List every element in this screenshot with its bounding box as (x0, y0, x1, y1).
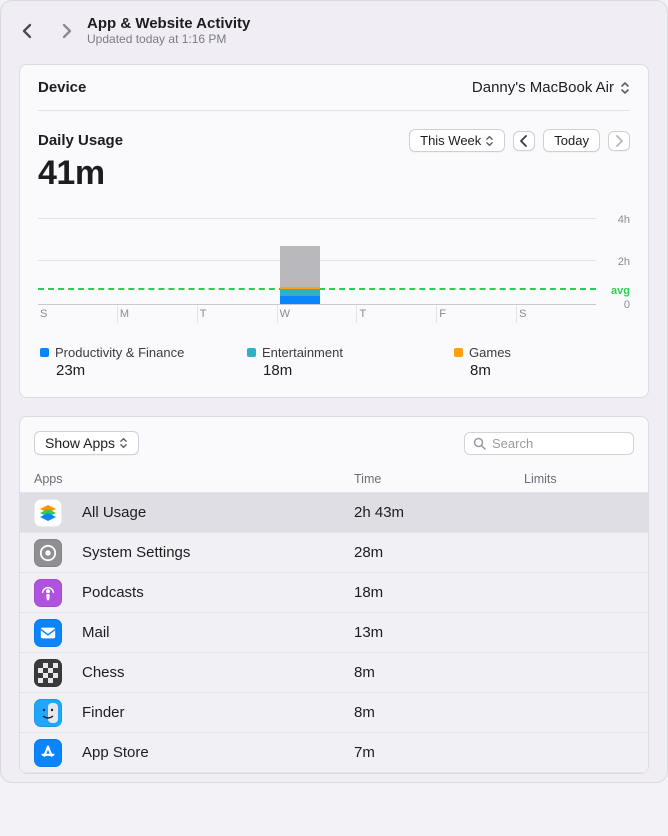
daily-usage-label: Daily Usage (38, 132, 123, 149)
legend-item: Games 8m (454, 345, 630, 379)
app-time: 8m (354, 704, 524, 721)
search-icon (473, 437, 486, 450)
podcast-icon (34, 579, 62, 607)
today-button[interactable]: Today (543, 129, 600, 152)
finder-icon (34, 699, 62, 727)
chevron-up-down-icon (119, 436, 128, 450)
app-row[interactable]: Chess8m (20, 653, 648, 693)
x-axis-label: T (356, 305, 436, 323)
legend-value: 23m (40, 362, 247, 379)
x-axis-label: S (516, 305, 596, 323)
app-name: System Settings (82, 544, 354, 561)
search-field[interactable] (464, 432, 634, 455)
app-row[interactable]: Finder8m (20, 693, 648, 733)
chevron-up-down-icon (485, 134, 494, 148)
nav-back-button[interactable] (19, 23, 35, 39)
app-row[interactable]: Podcasts18m (20, 573, 648, 613)
legend-swatch (454, 348, 463, 357)
app-row[interactable]: All Usage2h 43m (20, 493, 648, 533)
usage-panel: Device Danny's MacBook Air Daily Usage T… (19, 64, 649, 398)
legend-value: 18m (247, 362, 454, 379)
daily-usage-total: 41m (38, 154, 630, 193)
app-name: App Store (82, 744, 354, 761)
legend-value: 8m (454, 362, 630, 379)
legend-label: Games (469, 345, 511, 360)
legend-swatch (247, 348, 256, 357)
x-axis-label: T (197, 305, 277, 323)
range-selector[interactable]: This Week (409, 129, 505, 152)
updated-label: Updated today at 1:16 PM (87, 32, 250, 46)
device-value: Danny's MacBook Air (472, 79, 614, 96)
chevron-up-down-icon (620, 80, 630, 96)
layers-icon (34, 499, 62, 527)
app-name: Finder (82, 704, 354, 721)
table-header: Apps Time Limits (20, 465, 648, 493)
page-title: App & Website Activity (87, 15, 250, 32)
legend-swatch (40, 348, 49, 357)
apps-panel: Show Apps Apps Time Limits All Usage2h 4… (19, 416, 649, 774)
appstore-icon (34, 739, 62, 767)
app-name: Podcasts (82, 584, 354, 601)
x-axis-label: F (436, 305, 516, 323)
app-time: 28m (354, 544, 524, 561)
usage-chart: 02h4havg SMTWTFS (38, 205, 630, 323)
search-input[interactable] (492, 436, 625, 451)
app-time: 13m (354, 624, 524, 641)
col-apps[interactable]: Apps (34, 472, 354, 486)
show-apps-selector[interactable]: Show Apps (34, 431, 139, 455)
chess-icon (34, 659, 62, 687)
legend-item: Entertainment 18m (247, 345, 454, 379)
app-row[interactable]: App Store7m (20, 733, 648, 773)
nav-forward-button[interactable] (59, 23, 75, 39)
legend-item: Productivity & Finance 23m (40, 345, 247, 379)
gear-icon (34, 539, 62, 567)
mail-icon (34, 619, 62, 647)
app-name: Chess (82, 664, 354, 681)
legend-label: Productivity & Finance (55, 345, 184, 360)
prev-period-button[interactable] (513, 131, 535, 151)
col-limits[interactable]: Limits (524, 472, 634, 486)
app-time: 18m (354, 584, 524, 601)
col-time[interactable]: Time (354, 472, 524, 486)
x-axis-label: M (117, 305, 197, 323)
app-name: Mail (82, 624, 354, 641)
app-time: 8m (354, 664, 524, 681)
app-time: 2h 43m (354, 504, 524, 521)
x-axis-label: W (277, 305, 357, 323)
app-row[interactable]: Mail13m (20, 613, 648, 653)
next-period-button[interactable] (608, 131, 630, 151)
x-axis-label: S (38, 305, 117, 323)
usage-bar[interactable] (280, 246, 320, 304)
app-row[interactable]: System Settings28m (20, 533, 648, 573)
app-name: All Usage (82, 504, 354, 521)
legend-label: Entertainment (262, 345, 343, 360)
device-label: Device (38, 79, 86, 96)
device-selector[interactable]: Danny's MacBook Air (472, 79, 630, 96)
app-time: 7m (354, 744, 524, 761)
